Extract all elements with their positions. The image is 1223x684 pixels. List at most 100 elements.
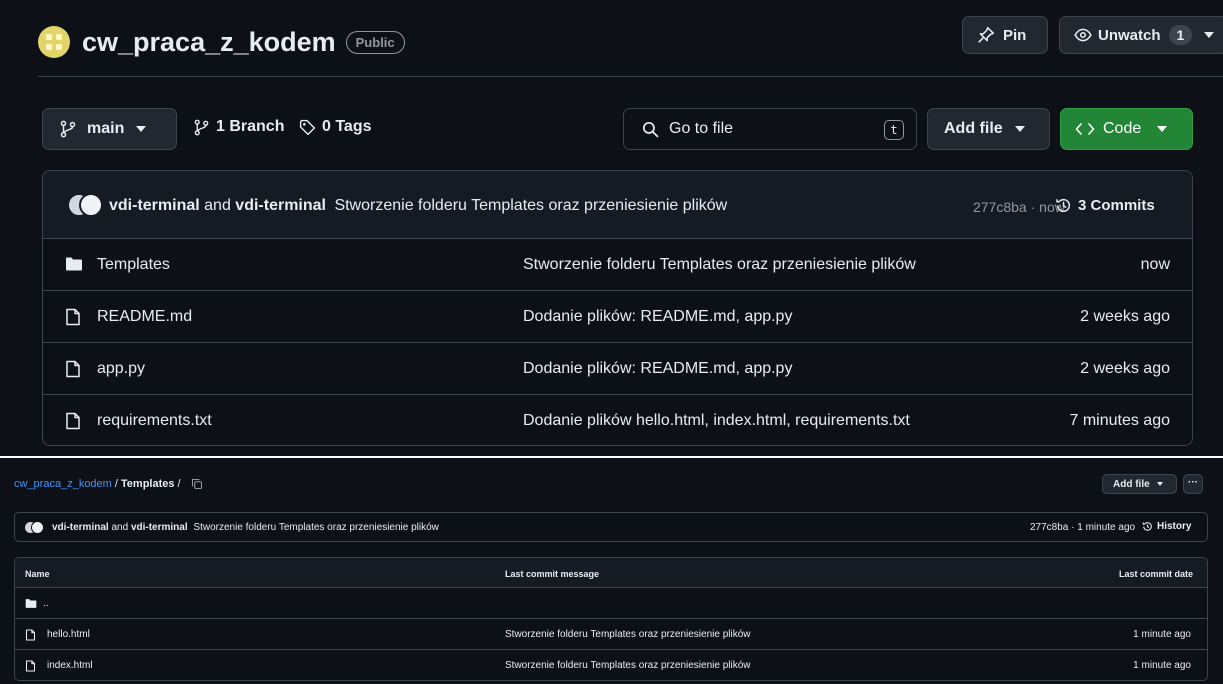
folder-icon: [25, 599, 37, 608]
chevron-down-icon: [136, 126, 147, 132]
commit-hash-time[interactable]: 277c8ba · 1 minute ago: [1030, 522, 1135, 533]
latest-commit-summary: vdi-terminal and vdi-terminal Stworzenie…: [52, 522, 439, 533]
avatar: [79, 193, 103, 217]
file-commit-message[interactable]: Stworzenie folderu Templates oraz przeni…: [505, 629, 751, 640]
history-icon: [1142, 522, 1152, 531]
author-avatars[interactable]: [24, 521, 46, 535]
column-last-commit-date: Last commit date: [1118, 569, 1193, 579]
commit-author-joiner: and: [204, 197, 231, 214]
tags-count: 0 Tags: [322, 118, 372, 135]
file-commit-date: 1 minute ago: [1133, 660, 1191, 671]
commits-link[interactable]: 3 Commits: [1055, 197, 1155, 214]
commit-message[interactable]: Stworzenie folderu Templates oraz przeni…: [193, 522, 439, 533]
repo-name[interactable]: cw_praca_z_kodem: [82, 27, 336, 58]
commits-count: 3 Commits: [1078, 197, 1155, 214]
file-name[interactable]: hello.html: [47, 629, 90, 640]
latest-commit-bar: vdi-terminal and vdi-terminal Stworzenie…: [14, 512, 1208, 542]
history-icon: [1056, 198, 1071, 213]
repo-overview-panel: cw_praca_z_kodem Public Pin Unwatch 1 ma…: [0, 0, 1223, 456]
unwatch-button[interactable]: Unwatch 1: [1059, 16, 1223, 54]
author-avatars[interactable]: [67, 193, 103, 217]
kebab-icon: ···: [1188, 477, 1198, 488]
folder-icon: [66, 257, 82, 271]
visibility-badge: Public: [345, 30, 405, 54]
code-button[interactable]: Code: [1060, 108, 1193, 150]
header-divider: [38, 76, 1223, 77]
commit-hash-time[interactable]: 277c8ba · now: [973, 199, 1065, 215]
git-branch-icon: [60, 120, 76, 138]
file-icon: [25, 629, 36, 641]
repo-header: cw_praca_z_kodem Public: [38, 14, 405, 70]
file-row[interactable]: README.md Dodanie plików: README.md, app…: [43, 291, 1192, 343]
keyboard-shortcut-hint: t: [884, 120, 904, 140]
breadcrumb: cw_praca_z_kodem / Templates /: [14, 478, 203, 490]
file-row[interactable]: Templates Stworzenie folderu Templates o…: [43, 239, 1192, 291]
branches-link[interactable]: 1 Branch: [193, 118, 284, 136]
file-name[interactable]: Templates: [97, 256, 170, 274]
file-row[interactable]: app.py Dodanie plików: README.md, app.py…: [43, 343, 1192, 395]
commit-message[interactable]: Stworzenie folderu Templates oraz przeni…: [334, 197, 727, 214]
tag-icon: [299, 119, 316, 135]
search-icon: [642, 121, 659, 137]
watchers-count: 1: [1168, 25, 1193, 45]
folder-file-table: Name Last commit message Last commit dat…: [14, 557, 1208, 681]
history-label: History: [1157, 521, 1192, 532]
file-icon: [25, 660, 36, 672]
file-name[interactable]: app.py: [97, 360, 145, 378]
file-row[interactable]: hello.html Stworzenie folderu Templates …: [15, 619, 1207, 650]
copy-icon[interactable]: [191, 478, 203, 490]
file-commit-message[interactable]: Dodanie plików: README.md, app.py: [523, 308, 792, 326]
git-branch-icon: [194, 119, 209, 135]
file-commit-date: now: [1140, 256, 1170, 273]
tags-link[interactable]: 0 Tags: [299, 118, 372, 136]
branch-name: main: [87, 120, 125, 137]
more-options-button[interactable]: ···: [1183, 474, 1203, 494]
code-icon: [1075, 123, 1095, 135]
file-name[interactable]: requirements.txt: [97, 412, 212, 430]
file-row[interactable]: index.html Stworzenie folderu Templates …: [15, 650, 1207, 680]
eye-icon: [1074, 28, 1092, 42]
commit-author[interactable]: vdi-terminal: [109, 197, 200, 214]
file-name[interactable]: index.html: [47, 660, 93, 671]
parent-directory-row[interactable]: ..: [15, 588, 1207, 619]
commit-coauthor[interactable]: vdi-terminal: [131, 522, 188, 533]
file-commit-date: 2 weeks ago: [1080, 360, 1170, 377]
code-label: Code: [1103, 120, 1142, 137]
add-file-button[interactable]: Add file: [927, 108, 1050, 150]
go-to-file-input[interactable]: Go to file t: [623, 108, 917, 150]
avatar: [31, 521, 44, 534]
breadcrumb-current-folder: Templates: [120, 478, 175, 490]
pin-icon: [978, 26, 995, 43]
latest-commit-summary: vdi-terminal and vdi-terminal Stworzenie…: [109, 197, 727, 215]
pin-button[interactable]: Pin: [962, 16, 1048, 54]
history-link[interactable]: History: [1142, 521, 1191, 532]
column-last-commit-message: Last commit message: [505, 569, 600, 579]
file-name[interactable]: README.md: [97, 308, 192, 326]
commit-author[interactable]: vdi-terminal: [52, 522, 109, 533]
add-file-label: Add file: [1113, 478, 1150, 490]
column-name: Name: [25, 569, 50, 579]
pin-label: Pin: [1003, 26, 1027, 44]
file-row[interactable]: requirements.txt Dodanie plików hello.ht…: [43, 395, 1192, 445]
commit-coauthor[interactable]: vdi-terminal: [235, 197, 326, 214]
file-icon: [66, 412, 80, 430]
templates-folder-panel: cw_praca_z_kodem / Templates / Add file …: [0, 458, 1223, 684]
chevron-down-icon: [1204, 32, 1215, 38]
parent-directory-link[interactable]: ..: [43, 598, 49, 609]
repo-owner-avatar[interactable]: [38, 26, 70, 58]
file-icon: [66, 360, 80, 378]
branch-selector[interactable]: main: [42, 108, 177, 150]
branches-count: 1 Branch: [216, 118, 285, 135]
file-icon: [66, 308, 80, 326]
table-header: Name Last commit message Last commit dat…: [15, 558, 1207, 588]
go-to-file-placeholder: Go to file: [669, 120, 734, 137]
file-commit-message[interactable]: Stworzenie folderu Templates oraz przeni…: [523, 256, 916, 274]
file-commit-message[interactable]: Dodanie plików hello.html, index.html, r…: [523, 412, 910, 430]
file-commit-date: 7 minutes ago: [1069, 412, 1170, 429]
add-file-button[interactable]: Add file: [1102, 474, 1177, 494]
latest-commit-bar: vdi-terminal and vdi-terminal Stworzenie…: [43, 171, 1192, 239]
file-commit-message[interactable]: Dodanie plików: README.md, app.py: [523, 360, 792, 378]
file-commit-message[interactable]: Stworzenie folderu Templates oraz przeni…: [505, 660, 751, 671]
breadcrumb-repo-link[interactable]: cw_praca_z_kodem: [14, 478, 112, 490]
unwatch-label: Unwatch: [1098, 26, 1161, 44]
